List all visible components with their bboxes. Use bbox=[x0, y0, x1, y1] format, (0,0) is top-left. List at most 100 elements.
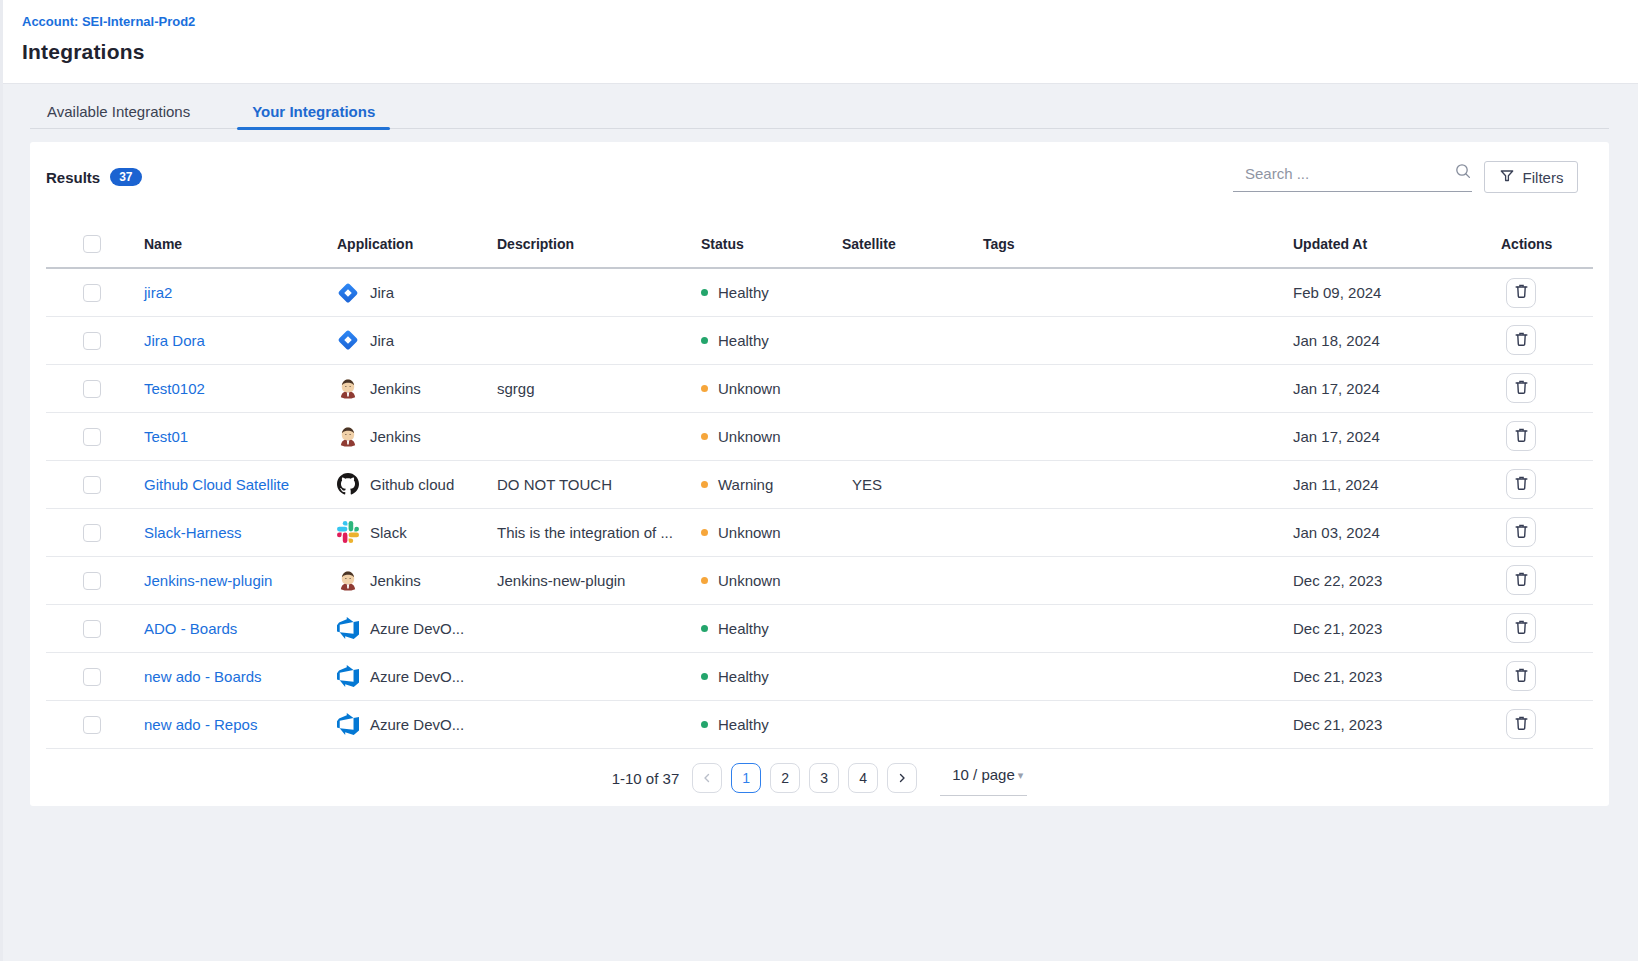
delete-button[interactable] bbox=[1506, 325, 1536, 355]
row-description: DO NOT TOUCH bbox=[497, 460, 701, 508]
results-label: Results bbox=[46, 169, 100, 186]
status-label: Warning bbox=[718, 476, 773, 493]
account-link[interactable]: Account: SEI-Internal-Prod2 bbox=[22, 0, 1638, 29]
select-all-checkbox[interactable] bbox=[83, 235, 101, 253]
row-tags bbox=[983, 652, 1293, 700]
jira-icon bbox=[337, 329, 359, 351]
delete-button[interactable] bbox=[1506, 661, 1536, 691]
row-satellite: YES bbox=[842, 460, 983, 508]
row-tags bbox=[983, 412, 1293, 460]
status-dot bbox=[701, 625, 708, 632]
pagination-page-3[interactable]: 3 bbox=[809, 763, 839, 793]
tab-available-integrations[interactable]: Available Integrations bbox=[32, 90, 205, 128]
row-checkbox[interactable] bbox=[83, 620, 101, 638]
row-satellite bbox=[842, 412, 983, 460]
jenkins-icon bbox=[337, 569, 359, 591]
row-satellite bbox=[842, 556, 983, 604]
column-header-updated-at: Updated At bbox=[1293, 221, 1501, 268]
status-dot bbox=[701, 289, 708, 296]
column-header-name: Name bbox=[144, 221, 337, 268]
integration-name-link[interactable]: Jira Dora bbox=[144, 332, 205, 349]
table-row: ADO - Boards Azure DevO... Healthy Dec 2… bbox=[46, 604, 1593, 652]
integration-name-link[interactable]: Jenkins-new-plugin bbox=[144, 572, 272, 589]
delete-button[interactable] bbox=[1506, 373, 1536, 403]
app-label: Github cloud bbox=[370, 476, 454, 493]
row-description: Jenkins-new-plugin bbox=[497, 556, 701, 604]
integration-name-link[interactable]: Test0102 bbox=[144, 380, 205, 397]
row-updated-at: Jan 17, 2024 bbox=[1293, 412, 1501, 460]
integration-name-link[interactable]: Slack-Harness bbox=[144, 524, 242, 541]
row-tags bbox=[983, 700, 1293, 748]
app-label: Slack bbox=[370, 524, 407, 541]
status-label: Healthy bbox=[718, 284, 769, 301]
delete-button[interactable] bbox=[1506, 469, 1536, 499]
status-dot bbox=[701, 673, 708, 680]
status-label: Healthy bbox=[718, 620, 769, 637]
trash-icon bbox=[1514, 715, 1529, 734]
delete-button[interactable] bbox=[1506, 517, 1536, 547]
row-checkbox[interactable] bbox=[83, 716, 101, 734]
app-label: Jenkins bbox=[370, 428, 421, 445]
integrations-table: Name Application Description Status Sate… bbox=[46, 221, 1593, 749]
row-checkbox[interactable] bbox=[83, 284, 101, 302]
row-checkbox[interactable] bbox=[83, 476, 101, 494]
pagination-page-2[interactable]: 2 bbox=[770, 763, 800, 793]
delete-button[interactable] bbox=[1506, 709, 1536, 739]
integration-name-link[interactable]: ADO - Boards bbox=[144, 620, 237, 637]
pagination: 1-10 of 37 1 2 3 4 10 / page ▾ bbox=[46, 762, 1593, 795]
column-header-application: Application bbox=[337, 221, 497, 268]
table-row: Jira Dora Jira Healthy Jan 18, 2024 bbox=[46, 316, 1593, 364]
row-description bbox=[497, 316, 701, 364]
row-checkbox[interactable] bbox=[83, 380, 101, 398]
status-dot bbox=[701, 529, 708, 536]
search-box bbox=[1233, 162, 1472, 192]
app-label: Azure DevO... bbox=[370, 620, 464, 637]
tabs-bar: Available Integrations Your Integrations bbox=[0, 84, 1638, 129]
column-header-satellite: Satellite bbox=[842, 221, 983, 268]
search-input[interactable] bbox=[1233, 165, 1454, 182]
azure-icon bbox=[337, 617, 359, 639]
left-edge-strip bbox=[0, 0, 3, 961]
delete-button[interactable] bbox=[1506, 613, 1536, 643]
status-label: Unknown bbox=[718, 380, 781, 397]
row-checkbox[interactable] bbox=[83, 572, 101, 590]
slack-icon bbox=[337, 521, 359, 543]
delete-button[interactable] bbox=[1506, 421, 1536, 451]
row-description bbox=[497, 604, 701, 652]
pagination-page-1[interactable]: 1 bbox=[731, 763, 761, 793]
integrations-card: Results 37 Filters bbox=[30, 142, 1609, 806]
app-label: Jenkins bbox=[370, 380, 421, 397]
tab-your-integrations[interactable]: Your Integrations bbox=[237, 90, 390, 128]
integration-name-link[interactable]: Test01 bbox=[144, 428, 188, 445]
row-checkbox[interactable] bbox=[83, 668, 101, 686]
page-size-select[interactable]: 10 / page ▾ bbox=[940, 760, 1027, 796]
row-tags bbox=[983, 268, 1293, 316]
trash-icon bbox=[1514, 619, 1529, 638]
row-checkbox[interactable] bbox=[83, 428, 101, 446]
row-satellite bbox=[842, 604, 983, 652]
pagination-next-button[interactable] bbox=[887, 763, 917, 793]
row-description bbox=[497, 652, 701, 700]
app-label: Jira bbox=[370, 284, 394, 301]
filter-icon bbox=[1499, 168, 1515, 187]
azure-icon bbox=[337, 665, 359, 687]
filters-button[interactable]: Filters bbox=[1484, 161, 1578, 193]
page-title: Integrations bbox=[22, 40, 1638, 64]
row-checkbox[interactable] bbox=[83, 524, 101, 542]
delete-button[interactable] bbox=[1506, 278, 1536, 308]
jenkins-icon bbox=[337, 425, 359, 447]
integration-name-link[interactable]: new ado - Repos bbox=[144, 716, 257, 733]
row-updated-at: Jan 17, 2024 bbox=[1293, 364, 1501, 412]
integration-name-link[interactable]: new ado - Boards bbox=[144, 668, 262, 685]
row-satellite bbox=[842, 652, 983, 700]
column-header-status: Status bbox=[701, 221, 842, 268]
delete-button[interactable] bbox=[1506, 565, 1536, 595]
row-checkbox[interactable] bbox=[83, 332, 101, 350]
app-label: Azure DevO... bbox=[370, 716, 464, 733]
integration-name-link[interactable]: Github Cloud Satellite bbox=[144, 476, 289, 493]
row-description: This is the integration of ... bbox=[497, 508, 701, 556]
pagination-prev-button[interactable] bbox=[692, 763, 722, 793]
integration-name-link[interactable]: jira2 bbox=[144, 284, 172, 301]
pagination-page-4[interactable]: 4 bbox=[848, 763, 878, 793]
column-header-tags: Tags bbox=[983, 221, 1293, 268]
